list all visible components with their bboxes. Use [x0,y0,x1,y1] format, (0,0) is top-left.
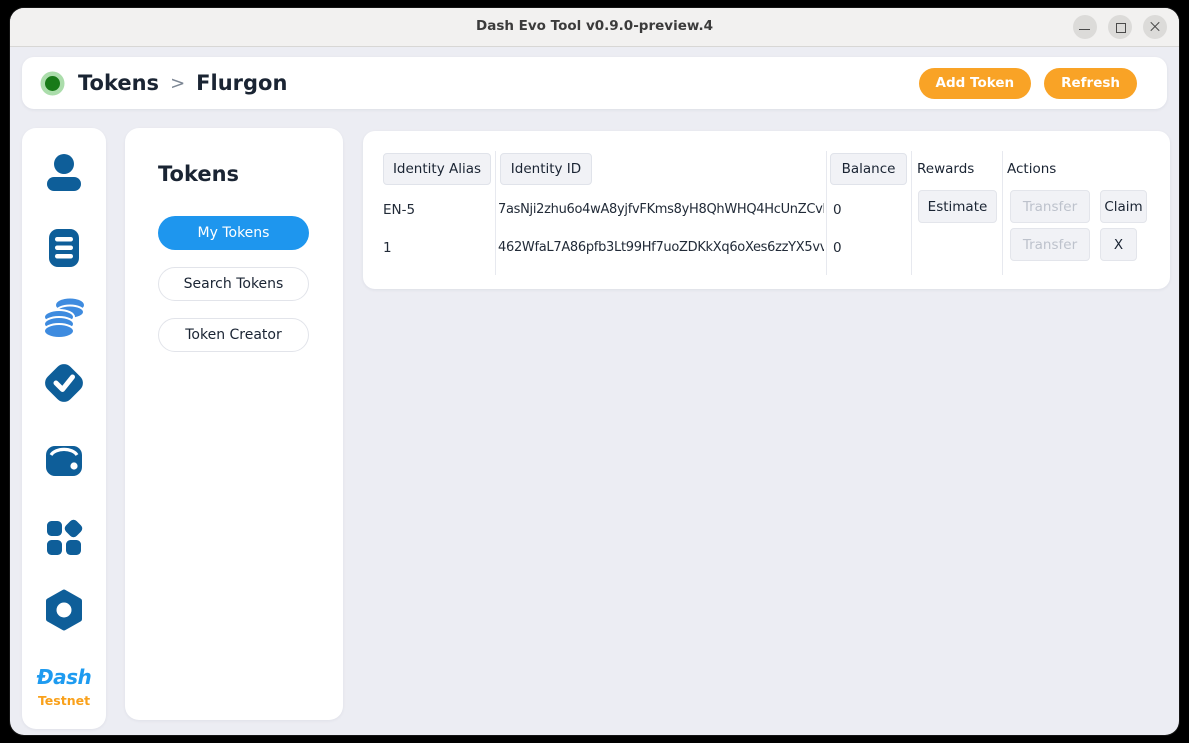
tokens-panel-title: Tokens [158,162,239,186]
maximize-button[interactable] [1108,15,1132,39]
nav-token-creator[interactable]: Token Creator [158,318,309,352]
row2-identity-alias: 1 [383,240,392,256]
sidebar-item-apps[interactable] [41,514,87,560]
coins-icon [41,295,87,341]
row1-identity-id: 7asNji2zhu6o4wA8yjfvFKms8yH8QhWHQ4HcUnZC… [498,202,824,217]
sidebar: Ðash Testnet [22,128,106,729]
sidebar-item-identities[interactable] [41,150,87,196]
column-divider [495,151,496,275]
token-table: Identity Alias Identity ID Balance Rewar… [363,131,1170,289]
row2-remove-button[interactable]: X [1100,228,1137,261]
minimize-button[interactable] [1073,15,1097,39]
row1-transfer-button[interactable]: Transfer [1010,190,1090,223]
dash-logo[interactable]: Ðash [22,665,106,689]
row2-balance: 0 [833,240,842,256]
column-divider [1002,151,1003,275]
sidebar-item-contracts[interactable] [41,225,87,271]
row1-identity-alias: EN-5 [383,202,415,218]
minimize-icon [1079,29,1090,30]
hexagon-nut-icon [41,588,87,634]
window-title: Dash Evo Tool v0.9.0-preview.4 [10,18,1179,34]
apps-grid-icon [41,514,87,560]
header-bar: Tokens > Flurgon Add Token Refresh [22,57,1167,109]
breadcrumb-current: Flurgon [196,71,287,95]
sidebar-item-tokens[interactable] [41,295,87,341]
sort-balance-button[interactable]: Balance [830,153,907,185]
sort-identity-id-button[interactable]: Identity ID [500,153,592,185]
column-divider [826,151,827,275]
sidebar-item-platform[interactable] [41,588,87,634]
network-label: Testnet [22,693,106,708]
sidebar-item-proofs[interactable] [41,360,87,406]
sort-identity-alias-button[interactable]: Identity Alias [383,153,491,185]
close-button[interactable] [1143,15,1167,39]
wallet-icon [41,437,87,483]
sidebar-item-wallet[interactable] [41,437,87,483]
row1-balance: 0 [833,202,842,218]
column-divider [911,151,912,275]
tokens-panel: Tokens My Tokens Search Tokens Token Cre… [125,128,343,720]
titlebar[interactable]: Dash Evo Tool v0.9.0-preview.4 [10,8,1179,47]
screen: Dash Evo Tool v0.9.0-preview.4 Tokens > … [0,0,1189,743]
add-token-button[interactable]: Add Token [919,68,1032,99]
connection-status-icon [45,76,60,91]
row2-identity-id: 462WfaL7A86pfb3Lt99Hf7uoZDKkXq6oXes6zzYX… [498,240,824,255]
nav-search-tokens[interactable]: Search Tokens [158,267,309,301]
row1-claim-button[interactable]: Claim [1100,190,1147,223]
breadcrumb-root[interactable]: Tokens [78,71,159,95]
app-window: Dash Evo Tool v0.9.0-preview.4 Tokens > … [10,8,1179,735]
rewards-column-header: Rewards [917,161,974,177]
maximize-icon [1116,23,1126,33]
document-icon [41,225,87,271]
nav-my-tokens[interactable]: My Tokens [158,216,309,250]
breadcrumb-separator: > [170,73,185,94]
row1-estimate-button[interactable]: Estimate [918,190,997,223]
actions-column-header: Actions [1007,161,1056,177]
refresh-button[interactable]: Refresh [1044,68,1137,99]
row2-transfer-button[interactable]: Transfer [1010,228,1090,261]
person-icon [41,150,87,196]
check-badge-icon [41,360,87,406]
